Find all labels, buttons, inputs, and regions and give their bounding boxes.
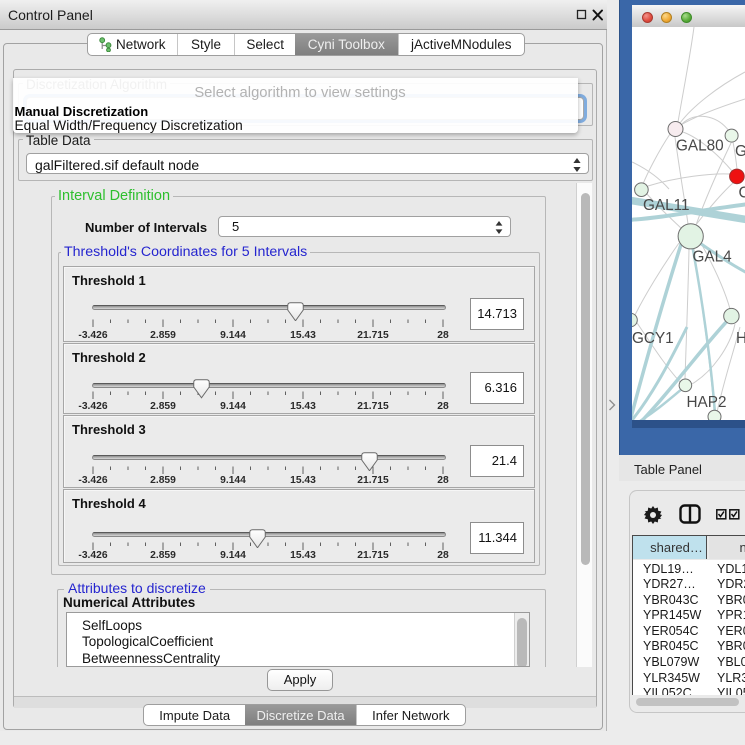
svg-text:HAP5: HAP5 <box>736 330 745 347</box>
svg-text:HAP2: HAP2 <box>687 394 727 411</box>
svg-text:GAL3: GAL3 <box>735 143 745 160</box>
svg-text:GAL11: GAL11 <box>643 197 690 214</box>
svg-text:GAL80: GAL80 <box>676 138 724 155</box>
svg-text:GCY1: GCY1 <box>632 330 674 347</box>
svg-text:CDC2: CDC2 <box>739 185 745 202</box>
svg-text:GAL4: GAL4 <box>693 249 733 266</box>
